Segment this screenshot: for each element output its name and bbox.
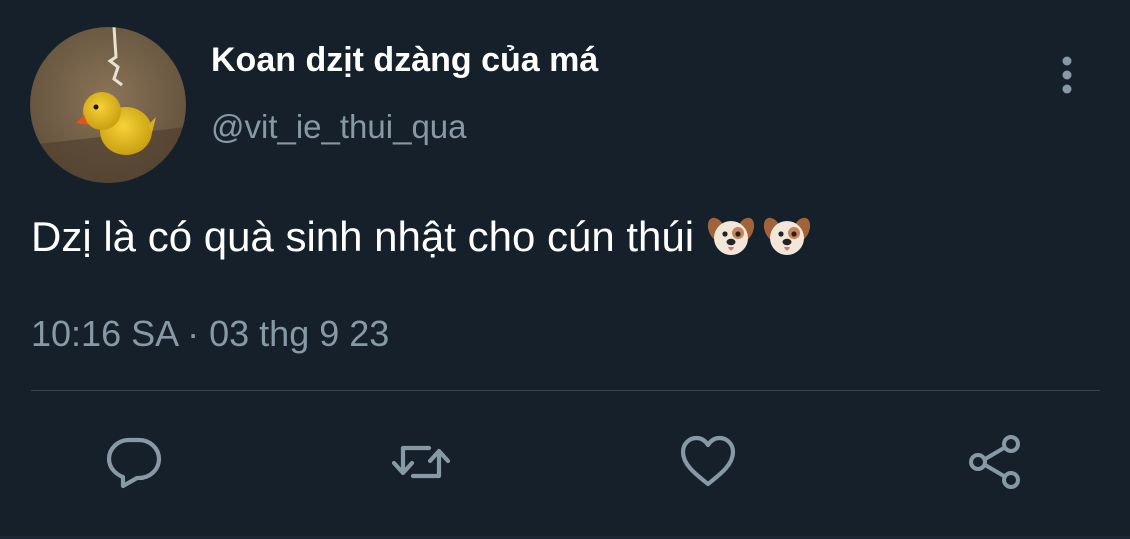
author-display-name[interactable]: Koan dzịt dzàng của má	[211, 41, 598, 80]
like-button[interactable]	[678, 432, 738, 492]
reply-button[interactable]	[105, 432, 165, 492]
tweet-text: Dzị là có quà sinh nhật cho cún thúi	[31, 213, 695, 260]
avatar[interactable]	[30, 27, 186, 183]
retweet-button[interactable]	[391, 432, 451, 492]
divider	[31, 390, 1100, 391]
share-icon	[969, 435, 1020, 489]
tweet-timestamp[interactable]: 10:16 SA · 03 thg 9 23	[31, 313, 389, 355]
author-handle[interactable]: @vit_ie_thui_qua	[211, 108, 467, 146]
vertical-ellipsis-icon	[1062, 56, 1072, 94]
share-button[interactable]	[965, 432, 1025, 492]
dog-face-emoji	[763, 217, 811, 255]
heart-icon	[680, 435, 736, 487]
comment-icon	[106, 437, 162, 489]
tweet-detail: Koan dzịt dzàng của má @vit_ie_thui_qua …	[0, 0, 1130, 539]
tweet-body: Dzị là có quà sinh nhật cho cún thúi	[31, 212, 812, 262]
more-options-button[interactable]	[1052, 55, 1082, 97]
avatar-duck-image	[30, 27, 186, 183]
retweet-icon	[391, 445, 451, 479]
dog-face-emoji	[707, 217, 755, 255]
